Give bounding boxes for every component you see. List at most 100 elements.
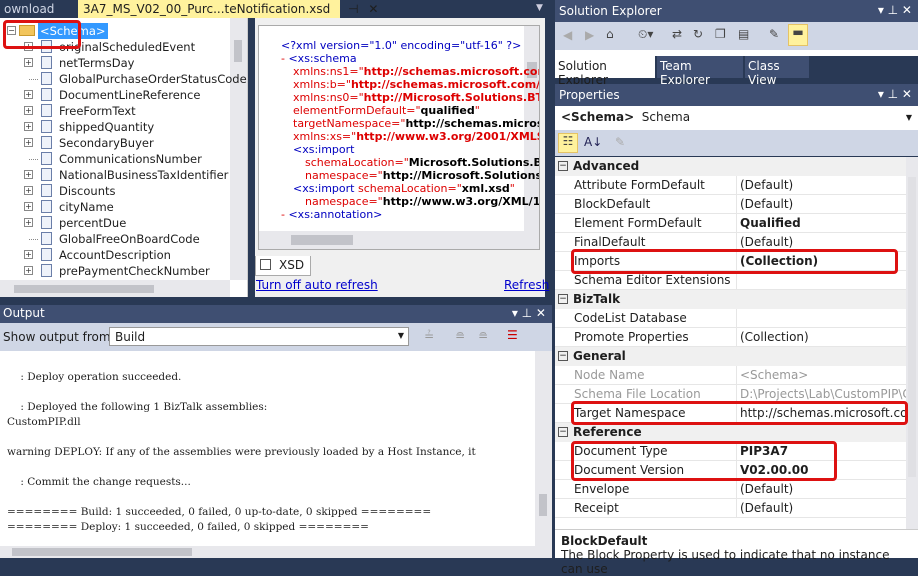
property-name: Receipt <box>573 499 737 518</box>
category-label: Advanced <box>573 159 640 173</box>
next-message-icon[interactable]: ≘ <box>478 329 488 343</box>
sync-icon[interactable]: ⇄ <box>672 27 682 41</box>
property-row[interactable]: Promote Properties (Collection) <box>555 328 906 347</box>
expand-icon[interactable]: + <box>24 106 33 115</box>
expand-icon[interactable]: + <box>24 202 33 211</box>
output-vscrollbar[interactable] <box>535 351 552 546</box>
category-label: BizTalk <box>573 292 621 306</box>
properties-toolbar: ☷ A↓ ✎ <box>555 130 918 156</box>
alphabetical-icon[interactable]: A↓ <box>584 135 602 149</box>
output-source-dropdown[interactable]: Build ▼ <box>109 327 409 346</box>
property-name: BlockDefault <box>573 195 737 214</box>
property-name: CodeList Database <box>573 309 737 328</box>
close-icon[interactable]: ✕ <box>368 2 378 16</box>
tab-download[interactable]: ownload <box>0 0 78 18</box>
tree-hscrollbar[interactable] <box>0 280 230 297</box>
show-all-files-icon[interactable]: ▤ <box>738 27 749 41</box>
tab-team-explorer[interactable]: Team Explorer <box>657 56 743 87</box>
property-row[interactable]: BlockDefault (Default) <box>555 195 906 214</box>
pending-changes-icon[interactable]: ⏲▾ <box>638 27 653 42</box>
expand-icon[interactable]: + <box>24 170 33 179</box>
xsd-icon <box>260 259 271 270</box>
field-icon <box>41 152 52 165</box>
wrench-icon[interactable]: ✎ <box>769 27 779 41</box>
expand-icon[interactable]: + <box>24 186 33 195</box>
category-advanced[interactable]: − Advanced <box>555 157 906 176</box>
property-value[interactable]: (Default) <box>738 195 906 214</box>
property-row[interactable]: Attribute FormDefault (Default) <box>555 176 906 195</box>
xml-hscrollbar[interactable] <box>259 231 539 249</box>
forward-icon[interactable]: ▶ <box>585 28 594 42</box>
property-row[interactable]: Envelope (Default) <box>555 480 906 499</box>
output-text[interactable]: : Deploy operation succeeded. : Deployed… <box>0 351 535 546</box>
property-value[interactable]: (Default) <box>738 480 906 499</box>
property-value[interactable]: (Default) <box>738 499 906 518</box>
tree-node-label: netTermsDay <box>59 56 135 70</box>
tree-node-label: DocumentLineReference <box>59 88 201 102</box>
expand-icon[interactable]: + <box>24 266 33 275</box>
collapse-icon[interactable]: − <box>558 161 568 171</box>
category-reference[interactable]: − Reference <box>555 423 906 442</box>
xsd-tab[interactable]: XSD <box>255 256 311 276</box>
back-icon[interactable]: ◀ <box>563 28 572 42</box>
property-row[interactable]: Node Name <Schema> <box>555 366 906 385</box>
home-icon[interactable]: ⌂ <box>606 27 614 41</box>
object-selector[interactable]: <Schema> Schema ▼ <box>555 106 918 130</box>
output-line: ======== Build: 1 succeeded, 0 failed, 0… <box>7 506 432 518</box>
pin-icon[interactable]: ⊣ <box>348 2 358 16</box>
collapse-all-icon[interactable]: ❐ <box>715 27 726 41</box>
collapse-icon[interactable]: − <box>558 427 568 437</box>
window-controls[interactable]: ▾ ⊥ ✕ <box>878 3 912 17</box>
refresh-icon[interactable]: ↻ <box>693 27 703 41</box>
property-value[interactable]: (Default) <box>738 176 906 195</box>
prev-message-icon[interactable]: ≘ <box>455 329 465 343</box>
expand-icon[interactable]: + <box>24 122 33 131</box>
collapse-icon[interactable]: − <box>558 294 568 304</box>
clear-all-icon[interactable]: ☰ <box>507 328 518 342</box>
expand-icon[interactable]: + <box>24 58 33 67</box>
xml-line: xmlns:ns1="http://schemas.microsoft.com/… <box>293 65 539 78</box>
output-window-controls[interactable]: ▾ ⊥ ✕ <box>512 306 546 320</box>
expand-icon[interactable]: + <box>24 90 33 99</box>
xml-token: <?xml version="1.0" encoding="utf-16" ?> <box>281 39 522 52</box>
tree-vscrollbar[interactable] <box>230 18 247 280</box>
categorized-icon[interactable]: ☷ <box>558 133 578 153</box>
go-to-message-icon[interactable]: ≟ <box>424 329 434 343</box>
xml-line: targetNamespace="http://schemas.microsof… <box>293 117 539 130</box>
property-row[interactable]: CodeList Database <box>555 309 906 328</box>
category-general[interactable]: − General <box>555 347 906 366</box>
record-icon <box>41 120 52 133</box>
collapse-icon[interactable]: − <box>558 351 568 361</box>
tab-class-view[interactable]: Class View <box>745 56 809 87</box>
output-header: Output ▾ ⊥ ✕ <box>0 305 552 323</box>
output-hscrollbar[interactable] <box>0 546 552 558</box>
tab-solution-explorer[interactable]: Solution Explorer <box>555 56 655 87</box>
object-type: Schema <box>641 110 691 124</box>
tree-node-label: percentDue <box>59 216 127 230</box>
property-row[interactable]: Element FormDefault Qualified <box>555 214 906 233</box>
property-value[interactable] <box>738 309 906 328</box>
property-value[interactable]: (Collection) <box>738 328 906 347</box>
xml-token: xml.xsd <box>461 182 510 195</box>
tab-overflow-icon[interactable]: ▼ <box>536 3 543 13</box>
property-name: Promote Properties <box>573 328 737 347</box>
property-pages-icon[interactable]: ✎ <box>615 135 625 149</box>
window-controls[interactable]: ▾ ⊥ ✕ <box>878 87 912 101</box>
turn-off-auto-refresh-link[interactable]: Turn off auto refresh <box>256 278 378 292</box>
property-row[interactable]: Receipt (Default) <box>555 499 906 518</box>
property-value[interactable]: Qualified <box>738 214 906 233</box>
category-biztalk[interactable]: − BizTalk <box>555 290 906 309</box>
expand-icon[interactable]: + <box>24 250 33 259</box>
tree-node-label: SecondaryBuyer <box>59 136 154 150</box>
record-icon <box>41 248 52 261</box>
preview-icon[interactable]: ▬ <box>788 24 808 46</box>
tab-xsd-file[interactable]: 3A7_MS_V02_00_Purc...teNotification.xsd … <box>78 0 378 18</box>
xml-line: - <xs:annotation> <box>281 208 382 221</box>
xml-token: <xs:annotation> <box>288 208 383 221</box>
expand-icon[interactable]: + <box>24 138 33 147</box>
expand-icon[interactable]: + <box>24 218 33 227</box>
properties-vscrollbar[interactable] <box>906 157 918 529</box>
xml-line: <xs:import schemaLocation="xml.xsd" <box>293 182 515 195</box>
refresh-link[interactable]: Refresh <box>504 278 549 292</box>
property-value[interactable]: <Schema> <box>738 366 906 385</box>
